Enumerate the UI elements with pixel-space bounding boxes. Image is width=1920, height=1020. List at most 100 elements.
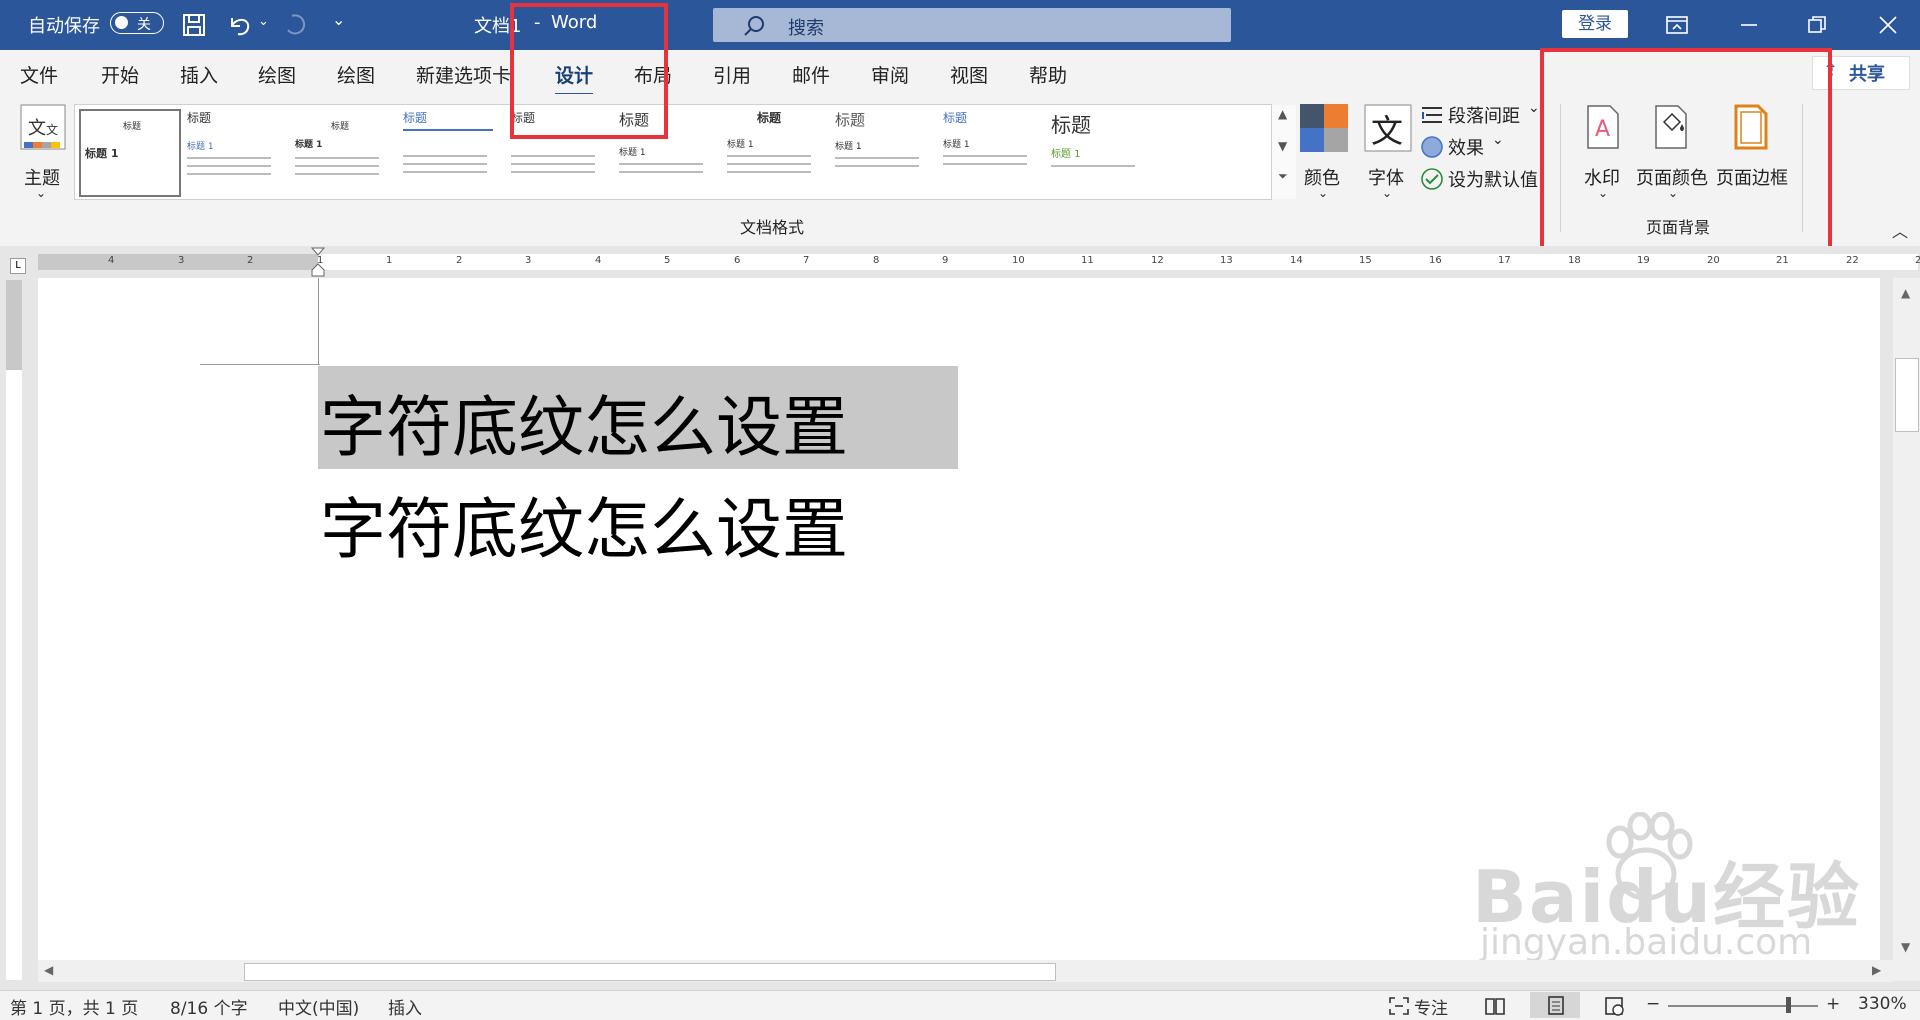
insert-mode[interactable]: 插入 — [388, 994, 422, 1019]
document-line-plain[interactable]: 字符底纹怎么设置 — [320, 476, 848, 572]
style-thumb-sub: 标题 1 — [727, 140, 754, 150]
style-thumb[interactable]: 标题 标题 1 — [723, 109, 821, 193]
zoom-level[interactable]: 330% — [1858, 994, 1907, 1014]
horizontal-scroll-thumb[interactable] — [244, 963, 1056, 981]
gallery-up-icon[interactable]: ▲ — [1278, 107, 1287, 121]
close-icon[interactable] — [1877, 14, 1899, 36]
horizontal-scrollbar[interactable]: ◀ ▶ — [38, 960, 1893, 982]
gallery-more-icon[interactable]: ⏷ — [1278, 169, 1288, 184]
style-thumb-sub: 标题 1 — [1051, 149, 1081, 160]
customize-qat-icon[interactable]: ⌄ — [332, 10, 345, 29]
effects-button[interactable]: 效果 ⌄ — [1420, 132, 1510, 160]
vertical-scroll-thumb[interactable] — [1895, 358, 1919, 432]
print-layout-icon — [1548, 996, 1564, 1015]
scroll-left-icon[interactable]: ◀ — [44, 963, 53, 977]
zoom-slider-thumb[interactable] — [1786, 997, 1791, 1013]
style-thumb-text — [1051, 165, 1135, 167]
zoom-out-icon[interactable]: − — [1646, 994, 1660, 1014]
style-thumb-text — [511, 171, 595, 173]
undo-icon[interactable] — [226, 12, 254, 38]
tab-mailings[interactable]: 邮件 — [792, 61, 830, 88]
autosave-toggle[interactable]: 关 — [110, 12, 164, 34]
style-thumb-text — [403, 163, 487, 165]
theme-button[interactable]: 文 文 主题 ⌄ — [18, 104, 70, 200]
annotation-box-design-tab — [510, 3, 668, 139]
watermark-url: jingyan.baidu.com — [1480, 922, 1813, 963]
focus-label[interactable]: 专注 — [1414, 994, 1448, 1019]
tab-home[interactable]: 开始 — [101, 61, 139, 88]
ruler-number: 10 — [1012, 255, 1025, 266]
search-box[interactable]: 搜索 — [713, 8, 1231, 42]
ruler-number: 13 — [1220, 255, 1233, 266]
restore-icon[interactable] — [1806, 14, 1828, 36]
undo-dropdown-icon[interactable]: ⌄ — [258, 14, 269, 29]
minimize-icon[interactable] — [1738, 14, 1760, 36]
document-line-shaded[interactable]: 字符底纹怎么设置 — [320, 374, 848, 470]
style-thumb-heading: 标题 — [757, 111, 782, 125]
autosave-state: 关 — [137, 17, 151, 33]
style-thumb[interactable]: 标题 — [399, 109, 497, 193]
horizontal-ruler: L 4 3 2 1 1 2 3 4 5 6 7 8 9 10 11 12 13 14 15 16 17 18 19 20 21 2… — [0, 246, 1920, 278]
word-count[interactable]: 8/16 个字 — [170, 994, 248, 1019]
annotation-box-page-background — [1540, 48, 1832, 254]
tab-review[interactable]: 审阅 — [871, 61, 909, 88]
scroll-up-icon[interactable]: ▲ — [1901, 286, 1910, 300]
login-button[interactable]: 登录 — [1562, 10, 1628, 38]
set-default-button[interactable]: 设为默认值 — [1420, 166, 1540, 192]
collapse-ribbon-icon[interactable]: ︿ — [1892, 218, 1908, 242]
style-thumb[interactable]: 标题 标题 1 — [183, 109, 281, 193]
ruler-number: 1 — [386, 255, 393, 266]
style-thumb-sub: 标题 1 — [187, 142, 214, 152]
read-mode-icon[interactable] — [1484, 996, 1506, 1016]
effects-icon — [1421, 136, 1443, 158]
zoom-slider[interactable] — [1668, 1005, 1818, 1007]
tab-draw[interactable]: 绘图 — [258, 61, 296, 88]
web-layout-icon[interactable] — [1604, 996, 1626, 1016]
page-count[interactable]: 第 1 页，共 1 页 — [10, 994, 138, 1019]
gallery-scroll[interactable]: ▲ ▼ ⏷ — [1271, 105, 1296, 199]
tab-insert[interactable]: 插入 — [180, 61, 218, 88]
zoom-in-icon[interactable]: + — [1826, 994, 1840, 1014]
effects-label: 效果 — [1448, 138, 1484, 159]
ruler-number: 6 — [734, 255, 741, 266]
ruler-number: 4 — [108, 255, 115, 266]
gallery-down-icon[interactable]: ▼ — [1278, 139, 1287, 153]
tab-references[interactable]: 引用 — [713, 61, 751, 88]
tab-file[interactable]: 文件 — [20, 61, 58, 88]
svg-text:文: 文 — [1371, 112, 1403, 150]
tab-view[interactable]: 视图 — [950, 61, 988, 88]
style-thumb[interactable]: 标题 标题 1 — [291, 109, 389, 193]
ruler-number: 21 — [1776, 255, 1789, 266]
tab-help[interactable]: 帮助 — [1029, 61, 1067, 88]
vertical-scrollbar[interactable]: ▲ ▼ — [1893, 278, 1920, 981]
style-thumb[interactable]: 标题 标题 1 — [939, 109, 1037, 193]
redo-icon[interactable] — [282, 12, 310, 38]
colors-icon — [1300, 104, 1348, 152]
tab-new-tab[interactable]: 新建选项卡 — [416, 61, 511, 88]
paragraph-spacing-icon — [1422, 107, 1442, 123]
language[interactable]: 中文(中国) — [278, 994, 359, 1019]
ruler-number: 5 — [664, 255, 671, 266]
scroll-down-icon[interactable]: ▼ — [1901, 940, 1910, 954]
scroll-right-icon[interactable]: ▶ — [1872, 963, 1881, 977]
style-thumb-text — [403, 171, 487, 173]
style-thumb[interactable]: 标题 标题 1 — [831, 109, 929, 193]
print-layout-button[interactable] — [1530, 992, 1580, 1018]
ribbon-display-icon[interactable] — [1665, 14, 1689, 36]
style-thumb-selected[interactable]: 标题 标题 1 — [79, 109, 181, 197]
style-thumb-heading: 标题 — [123, 122, 142, 132]
tab-selector-icon[interactable]: L — [10, 258, 26, 274]
paragraph-spacing-button[interactable]: 段落间距 ⌄ — [1420, 100, 1544, 128]
tab-draw-2[interactable]: 绘图 — [337, 61, 375, 88]
svg-text:文: 文 — [28, 118, 46, 139]
focus-icon[interactable] — [1388, 996, 1410, 1016]
style-thumb[interactable]: 标题 标题 1 — [1047, 109, 1145, 193]
save-icon[interactable] — [182, 13, 206, 37]
style-thumb-text — [295, 173, 379, 175]
indent-marker-icon[interactable] — [310, 246, 326, 278]
fonts-icon: 文 — [1364, 104, 1412, 152]
toggle-knob — [115, 16, 128, 29]
ruler-number: 17 — [1498, 255, 1511, 266]
colors-button[interactable]: 颜色 ⌄ — [1298, 104, 1354, 200]
fonts-button[interactable]: 文 字体 ⌄ — [1362, 104, 1418, 200]
